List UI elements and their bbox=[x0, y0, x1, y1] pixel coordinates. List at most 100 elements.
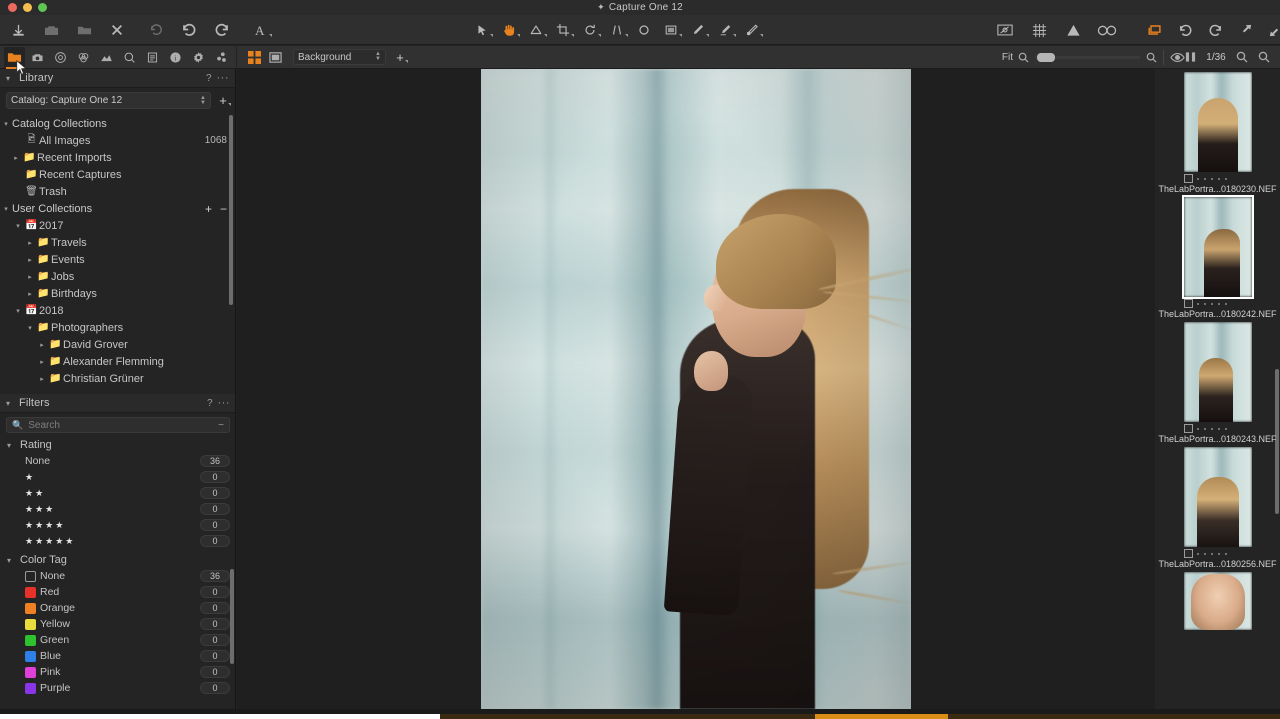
stepper-icon[interactable]: ▲ ▼ bbox=[375, 51, 381, 62]
collection-events[interactable]: ▸ 📁 Events bbox=[0, 251, 235, 268]
redo-icon[interactable] bbox=[212, 19, 232, 41]
collection-2018[interactable]: ▾ 📅 2018 bbox=[0, 302, 235, 319]
focus-mask-icon[interactable] bbox=[1097, 19, 1117, 41]
chevron-down-icon[interactable]: ▾ bbox=[0, 120, 12, 128]
thumbnail-image[interactable] bbox=[1181, 195, 1254, 299]
single-view-icon[interactable] bbox=[269, 51, 282, 64]
chevron-down-icon[interactable]: ▾ bbox=[0, 205, 12, 213]
chevron-right-icon[interactable]: ▸ bbox=[24, 273, 36, 281]
compare-icon[interactable] bbox=[1185, 51, 1196, 63]
search-menu-icon[interactable]: − bbox=[218, 420, 224, 431]
thumbnail-checkbox[interactable] bbox=[1183, 549, 1193, 558]
filter-row-rating-3[interactable]: ★★★ 0 bbox=[0, 501, 235, 517]
thumbnail-image[interactable] bbox=[1183, 572, 1252, 630]
proof-preview-icon[interactable] bbox=[995, 19, 1015, 41]
background-select[interactable]: Background ▲ ▼ bbox=[293, 49, 386, 65]
catalog-collections-header[interactable]: ▾ Catalog Collections bbox=[0, 115, 235, 132]
thumbnail-item[interactable]: TheLabPortra...0180243.NEF bbox=[1155, 319, 1280, 444]
window-controls[interactable] bbox=[8, 3, 47, 12]
add-catalog-button[interactable]: + bbox=[217, 93, 231, 108]
main-photo[interactable] bbox=[481, 69, 911, 709]
filter-row-color-purple[interactable]: Purple 0 bbox=[0, 680, 235, 696]
minimize-window-button[interactable] bbox=[23, 3, 32, 12]
text-tool-icon[interactable]: A bbox=[251, 19, 272, 41]
filter-row-color-orange[interactable]: Orange 0 bbox=[0, 600, 235, 616]
catalog-select[interactable]: Catalog: Capture One 12 ▲ ▼ bbox=[6, 92, 211, 109]
filters-panel-menu-icon[interactable]: ··· bbox=[218, 397, 231, 409]
pan-hand-icon[interactable] bbox=[495, 19, 521, 46]
chevron-right-icon[interactable]: ▸ bbox=[24, 290, 36, 298]
collection-2017[interactable]: ▾ 📅 2017 bbox=[0, 217, 235, 234]
search-input[interactable] bbox=[28, 419, 214, 431]
zoom-in-icon[interactable] bbox=[1146, 52, 1157, 63]
thumbnail-rating-dots[interactable] bbox=[1196, 552, 1227, 555]
tab-metadata[interactable]: i bbox=[165, 47, 186, 68]
filter-row-rating-none[interactable]: None 36 bbox=[0, 453, 235, 469]
add-background-button[interactable]: + bbox=[394, 50, 408, 65]
chevron-right-icon[interactable]: ▸ bbox=[24, 256, 36, 264]
expand-icon[interactable] bbox=[1235, 19, 1255, 41]
help-icon[interactable]: ? bbox=[206, 73, 212, 84]
filter-row-rating-1[interactable]: ★ 0 bbox=[0, 469, 235, 485]
playback-progress-track[interactable] bbox=[0, 714, 1280, 719]
folder-open-icon[interactable] bbox=[74, 19, 94, 41]
close-window-button[interactable] bbox=[8, 3, 17, 12]
erase-mask-icon[interactable] bbox=[715, 19, 736, 41]
filter-row-color-green[interactable]: Green 0 bbox=[0, 632, 235, 648]
filters-search[interactable]: 🔍 − bbox=[6, 417, 230, 433]
thumbnail-image[interactable] bbox=[1183, 447, 1252, 547]
collection-david-grover[interactable]: ▸ 📁 David Grover bbox=[0, 336, 235, 353]
tab-exposure[interactable] bbox=[96, 47, 117, 68]
filters-scrollbar[interactable] bbox=[230, 569, 234, 664]
tab-lens[interactable] bbox=[50, 47, 71, 68]
search-icon[interactable] bbox=[1236, 51, 1248, 63]
filters-panel-header[interactable]: ▾ Filters ? ··· bbox=[0, 394, 235, 413]
draw-mask-icon[interactable] bbox=[688, 19, 709, 41]
chevron-down-icon[interactable]: ▾ bbox=[6, 74, 14, 83]
tab-output[interactable] bbox=[188, 47, 209, 68]
rotate-icon[interactable] bbox=[580, 19, 601, 41]
import-icon[interactable] bbox=[8, 19, 28, 41]
thumbnail-checkbox[interactable] bbox=[1183, 424, 1193, 433]
chevron-right-icon[interactable]: ▸ bbox=[24, 239, 36, 247]
crop-icon[interactable] bbox=[553, 19, 574, 41]
collection-all-images[interactable]: 🖻 All Images 1068 bbox=[0, 132, 235, 149]
image-viewer[interactable] bbox=[237, 69, 1155, 709]
collection-recent-imports[interactable]: ▸ 📁 Recent Imports bbox=[0, 149, 235, 166]
chevron-down-icon[interactable]: ▾ bbox=[7, 441, 15, 450]
chevron-right-icon[interactable]: ▸ bbox=[36, 341, 48, 349]
filter-row-color-none[interactable]: None 36 bbox=[0, 568, 235, 584]
collapse-icon[interactable] bbox=[1265, 19, 1280, 41]
chevron-down-icon[interactable]: ▾ bbox=[7, 556, 15, 565]
help-icon[interactable]: ? bbox=[207, 398, 213, 409]
library-panel-header[interactable]: ▾ Library ? ··· bbox=[0, 69, 235, 88]
tab-color[interactable] bbox=[73, 47, 94, 68]
chevron-right-icon[interactable]: ▸ bbox=[36, 358, 48, 366]
remove-collection-button[interactable]: − bbox=[220, 202, 227, 216]
zoom-slider-thumb[interactable] bbox=[1037, 52, 1055, 62]
collection-christian-gruner[interactable]: ▸ 📁 Christian Grüner bbox=[0, 370, 235, 387]
collection-trash[interactable]: 🗑 Trash bbox=[0, 183, 235, 200]
zoom-out-icon[interactable] bbox=[1018, 52, 1029, 63]
thumbnail-item[interactable] bbox=[1155, 569, 1280, 630]
thumbnail-rating-dots[interactable] bbox=[1196, 302, 1227, 305]
collection-recent-captures[interactable]: 📁 Recent Captures bbox=[0, 166, 235, 183]
collection-alexander-flemming[interactable]: ▸ 📁 Alexander Flemming bbox=[0, 353, 235, 370]
close-x-icon[interactable] bbox=[107, 19, 127, 41]
white-balance-icon[interactable] bbox=[526, 19, 547, 41]
gradient-mask-icon[interactable] bbox=[661, 19, 682, 41]
grid-view-icon[interactable] bbox=[248, 50, 261, 64]
user-collections-header[interactable]: ▾ User Collections + − bbox=[0, 200, 235, 217]
chevron-down-icon[interactable]: ▾ bbox=[6, 399, 14, 408]
add-collection-button[interactable]: + bbox=[205, 202, 212, 216]
exposure-warning-icon[interactable] bbox=[1063, 19, 1083, 41]
filter-row-rating-5[interactable]: ★★★★★ 0 bbox=[0, 533, 235, 549]
filter-row-color-pink[interactable]: Pink 0 bbox=[0, 664, 235, 680]
maximize-window-button[interactable] bbox=[38, 3, 47, 12]
filter-row-rating-2[interactable]: ★★ 0 bbox=[0, 485, 235, 501]
eye-icon[interactable] bbox=[1170, 52, 1185, 63]
undo-icon[interactable] bbox=[179, 19, 199, 41]
tab-details[interactable] bbox=[119, 47, 140, 68]
spot-removal-icon[interactable] bbox=[634, 19, 654, 41]
select-pointer-icon[interactable] bbox=[472, 19, 493, 41]
